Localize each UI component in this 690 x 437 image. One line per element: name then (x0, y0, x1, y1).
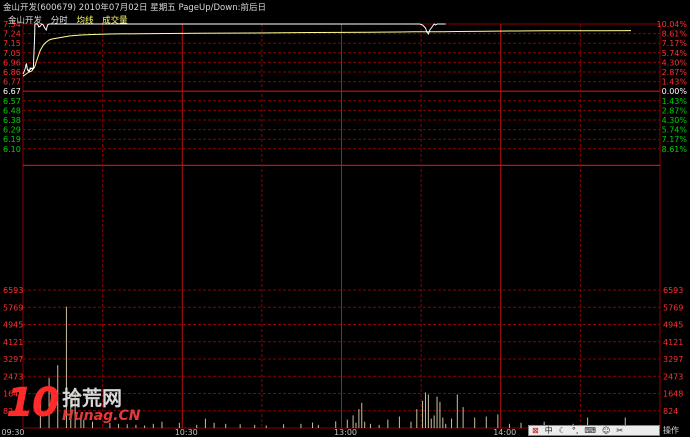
tab-fenshi[interactable]: 分时 (51, 16, 68, 26)
volume-tick-left: 5769 (3, 303, 23, 312)
operate-button[interactable]: 操作 (663, 425, 679, 436)
volume-tick-right: 6593 (663, 286, 683, 295)
pct-tick-label: 1.43% (662, 78, 688, 87)
price-tick-label: 7.15 (3, 39, 21, 48)
time-tick-label: 13:00 (334, 428, 357, 437)
pct-tick-label: 8.61% (662, 145, 688, 154)
price-tick-label: 7.24 (3, 30, 21, 39)
price-tick-label: 6.86 (3, 68, 21, 77)
price-tick-label: 7.05 (3, 49, 21, 58)
price-tick-label: 6.77 (3, 78, 21, 87)
tab-junxian[interactable]: 均线 (76, 16, 93, 26)
pct-tick-label: 7.17% (662, 39, 688, 48)
volume-tick-right: 1648 (663, 390, 683, 399)
volume-tick-left: 4945 (3, 321, 23, 330)
volume-tick-right: 3297 (663, 355, 683, 364)
pct-tick-label: 8.61% (662, 30, 688, 39)
ime-toolbar[interactable]: ⊠ 中 ☾ °, ⌨ ☺ ✂ (528, 425, 660, 436)
ime-mode-label[interactable]: 中 (545, 425, 553, 436)
time-tick-label: 09:30 (1, 428, 24, 437)
avg-line (22, 30, 632, 77)
legend-stock-name: 金山开发 (8, 16, 43, 26)
pct-tick-label: 1.43% (662, 97, 688, 106)
price-tick-label: 6.96 (3, 58, 21, 67)
pct-tick-label: 10.04% (656, 20, 687, 29)
volume-tick-right: 2473 (663, 372, 683, 381)
price-tick-label: 6.29 (3, 126, 21, 135)
volume-tick-left: 2473 (3, 372, 23, 381)
volume-tick-right: 5769 (663, 303, 683, 312)
price-tick-label: 6.19 (3, 135, 21, 144)
time-tick-label: 10:30 (175, 428, 198, 437)
price-tick-label: 6.67 (3, 87, 21, 96)
keyboard-icon[interactable]: ⌨ (584, 426, 596, 435)
user-icon[interactable]: ☺ (602, 426, 610, 435)
pct-tick-label: 7.17% (662, 135, 688, 144)
pct-tick-label: 0.00% (662, 87, 688, 96)
time-tick-label: 14:00 (493, 428, 516, 437)
volume-tick-left: 3297 (3, 355, 23, 364)
intraday-chart: 7.34 10.04%7.24 8.61%7.15 7.17%7.05 5.74%6.9… (1, 20, 688, 437)
pct-tick-label: 4.30% (662, 58, 688, 67)
ime-logo-icon[interactable]: ⊠ (532, 426, 539, 435)
volume-tick-left: 4121 (3, 338, 23, 347)
volume-tick-right: 4945 (663, 321, 683, 330)
price-line (22, 23, 446, 75)
pct-tick-label: 5.74% (662, 49, 688, 58)
volume-tick-right: 824 (663, 407, 678, 416)
volume-tick-left: 824 (3, 407, 18, 416)
price-tick-label: 6.38 (3, 116, 21, 125)
volume-tick-right: 4121 (663, 338, 683, 347)
moon-icon[interactable]: ☾ (559, 426, 566, 435)
pct-tick-label: 2.87% (662, 68, 688, 77)
price-tick-label: 6.57 (3, 97, 21, 106)
pct-tick-label: 2.87% (662, 106, 688, 115)
volume-tick-left: 1648 (3, 390, 23, 399)
price-tick-label: 6.10 (3, 145, 21, 154)
chart-legend: 金山开发 分时 均线 成交量 (8, 14, 134, 26)
tool-icon[interactable]: ✂ (616, 426, 623, 435)
stock-title: 金山开发(600679) 2010年07月02日 星期五 PageUp/Down… (3, 3, 266, 13)
pct-tick-label: 4.30% (662, 116, 688, 125)
pct-tick-label: 5.74% (662, 126, 688, 135)
tab-volume[interactable]: 成交量 (102, 16, 128, 26)
volume-tick-left: 6593 (3, 286, 23, 295)
punct-icon[interactable]: °, (572, 426, 579, 435)
price-tick-label: 6.48 (3, 106, 21, 115)
